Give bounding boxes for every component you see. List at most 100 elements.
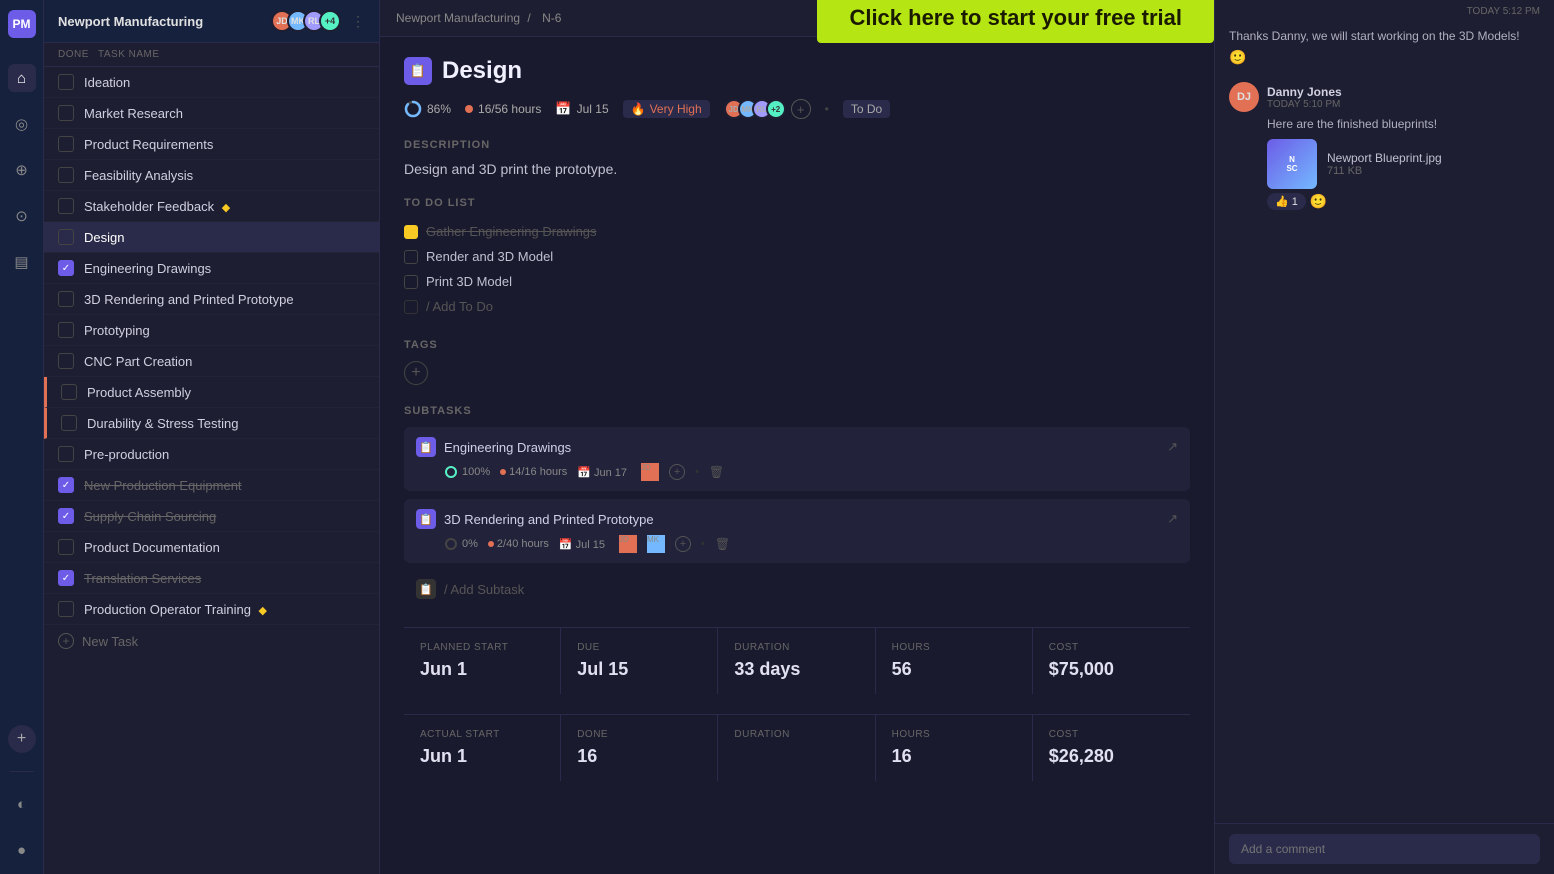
task-checkbox[interactable] (58, 229, 74, 245)
subtask-meta: 0% 2/40 hours 📅 Jul 15 JD MK + • 🗑 (416, 535, 1178, 553)
nav-pulse-icon[interactable]: ◎ (8, 110, 36, 138)
nav-archive-icon[interactable]: ▤ (8, 248, 36, 276)
task-item[interactable]: Supply Chain Sourcing (44, 501, 379, 532)
stat-cost: COST $75,000 (1033, 628, 1190, 694)
cta-banner[interactable]: Click here to start your free trial (817, 0, 1214, 43)
todo-item-done[interactable]: Gather Engineering Drawings (404, 219, 1190, 244)
subtask-icon: 📋 (416, 437, 436, 457)
stat-hours: HOURS 56 (876, 628, 1033, 694)
add-task-icon: + (58, 633, 74, 649)
task-checkbox[interactable] (58, 601, 74, 617)
emoji-reaction-icon[interactable]: 🙂 (1229, 49, 1246, 66)
task-item[interactable]: Product Documentation (44, 532, 379, 563)
right-panel: TODAY 5:12 PM Thanks Danny, we will star… (1214, 0, 1554, 874)
task-item[interactable]: Prototyping (44, 315, 379, 346)
add-reaction-icon[interactable]: 🙂 (1310, 193, 1327, 210)
task-checkbox-checked[interactable] (58, 570, 74, 586)
task-checkbox[interactable] (58, 198, 74, 214)
add-tag-button[interactable]: + (404, 361, 428, 385)
main-content: Newport Manufacturing / N-6 Click here t… (380, 0, 1214, 874)
add-subtask-row[interactable]: 📋 / Add Subtask (404, 571, 1190, 607)
nav-home-icon[interactable]: ⌂ (8, 64, 36, 92)
todo-checkbox[interactable] (404, 250, 418, 264)
subtask-delete-icon[interactable]: 🗑 (709, 465, 724, 479)
subtask-external-icon[interactable]: ↗ (1167, 511, 1178, 527)
subtask-add-assignee[interactable]: + (669, 464, 685, 480)
comment2-header: DJ Danny Jones TODAY 5:10 PM (1229, 82, 1540, 112)
priority-icon: 🔥 (631, 102, 646, 116)
task-checkbox[interactable] (58, 322, 74, 338)
subtask-assignee2: JD (619, 535, 637, 553)
todo-item[interactable]: Render and 3D Model (404, 244, 1190, 269)
task-checkbox-checked[interactable] (58, 260, 74, 276)
task-item[interactable]: Durability & Stress Testing (44, 408, 379, 439)
done-label: DONE (577, 729, 701, 740)
stats-grid-planned: PLANNED START Jun 1 DUE Jul 15 DURATION … (404, 627, 1190, 694)
subtask-delete-icon2[interactable]: 🗑 (715, 537, 730, 551)
todo-checkbox[interactable] (404, 275, 418, 289)
nav-profile-icon[interactable]: ● (8, 836, 36, 864)
subtask-name: 3D Rendering and Printed Prototype (444, 512, 1159, 527)
task-item[interactable]: Pre-production (44, 439, 379, 470)
add-button[interactable]: + (8, 725, 36, 753)
task-item[interactable]: Product Assembly (44, 377, 379, 408)
task-name: Supply Chain Sourcing (84, 509, 365, 524)
task-checkbox[interactable] (58, 353, 74, 369)
new-task-label: New Task (82, 634, 138, 649)
task-item[interactable]: Market Research (44, 98, 379, 129)
calendar-icon: 📅 (555, 101, 571, 117)
comment-item-1: Thanks Danny, we will start working on t… (1229, 29, 1540, 66)
comment-input-row (1215, 823, 1554, 874)
task-item[interactable]: CNC Part Creation (44, 346, 379, 377)
task-checkbox[interactable] (58, 539, 74, 555)
breadcrumb-project[interactable]: Newport Manufacturing (396, 11, 520, 25)
task-item[interactable]: Stakeholder Feedback ◆ (44, 191, 379, 222)
new-task-row[interactable]: + New Task (44, 625, 379, 657)
description-text: Design and 3D print the prototype. (404, 161, 1190, 177)
subtask-add-assignee2[interactable]: + (675, 536, 691, 552)
task-item[interactable]: Ideation (44, 67, 379, 98)
nav-users-icon[interactable]: ⊙ (8, 202, 36, 230)
task-item-design[interactable]: Design (44, 222, 379, 253)
subtask-external-icon[interactable]: ↗ (1167, 439, 1178, 455)
task-item[interactable]: Translation Services (44, 563, 379, 594)
task-checkbox[interactable] (58, 74, 74, 90)
status-badge[interactable]: To Do (843, 100, 890, 118)
task-checkbox-checked[interactable] (58, 508, 74, 524)
subtask-progress: 0% (444, 537, 478, 551)
task-item[interactable]: Feasibility Analysis (44, 160, 379, 191)
task-item[interactable]: 3D Rendering and Printed Prototype (44, 284, 379, 315)
nav-settings-icon[interactable]: ◐ (8, 790, 36, 818)
task-name: New Production Equipment (84, 478, 365, 493)
todo-item[interactable]: Print 3D Model (404, 269, 1190, 294)
task-checkbox[interactable] (58, 167, 74, 183)
task-checkbox[interactable] (58, 446, 74, 462)
planned-start-value: Jun 1 (420, 659, 544, 680)
task-item[interactable]: New Production Equipment (44, 470, 379, 501)
task-checkbox[interactable] (58, 105, 74, 121)
task-item[interactable]: Engineering Drawings (44, 253, 379, 284)
comment-input[interactable] (1229, 834, 1540, 864)
task-item[interactable]: Product Requirements (44, 129, 379, 160)
task-checkbox[interactable] (58, 136, 74, 152)
actual-hours-value: 16 (892, 746, 1016, 767)
hours-dot (465, 105, 473, 113)
task-checkbox[interactable] (58, 291, 74, 307)
thumbs-up-reaction[interactable]: 👍 1 (1267, 193, 1306, 210)
comment2-avatar: DJ (1229, 82, 1259, 112)
task-checkbox-checked[interactable] (58, 477, 74, 493)
task-name: Durability & Stress Testing (87, 416, 365, 431)
todo-checkbox-filled[interactable] (404, 225, 418, 239)
diamond-icon: ◆ (259, 605, 267, 617)
hours-meta: 16/56 hours (465, 102, 541, 116)
comment2-reactions: 👍 1 🙂 (1229, 193, 1540, 210)
task-item[interactable]: Production Operator Training ◆ (44, 594, 379, 625)
nav-search-icon[interactable]: ⊕ (8, 156, 36, 184)
add-todo-row[interactable]: / Add To Do (404, 294, 1190, 319)
add-assignee-button[interactable]: + (791, 99, 811, 119)
task-checkbox[interactable] (61, 415, 77, 431)
more-options-icon[interactable]: ⋮ (351, 13, 365, 30)
task-title: Design (442, 57, 522, 85)
task-checkbox[interactable] (61, 384, 77, 400)
task-name: Engineering Drawings (84, 261, 365, 276)
